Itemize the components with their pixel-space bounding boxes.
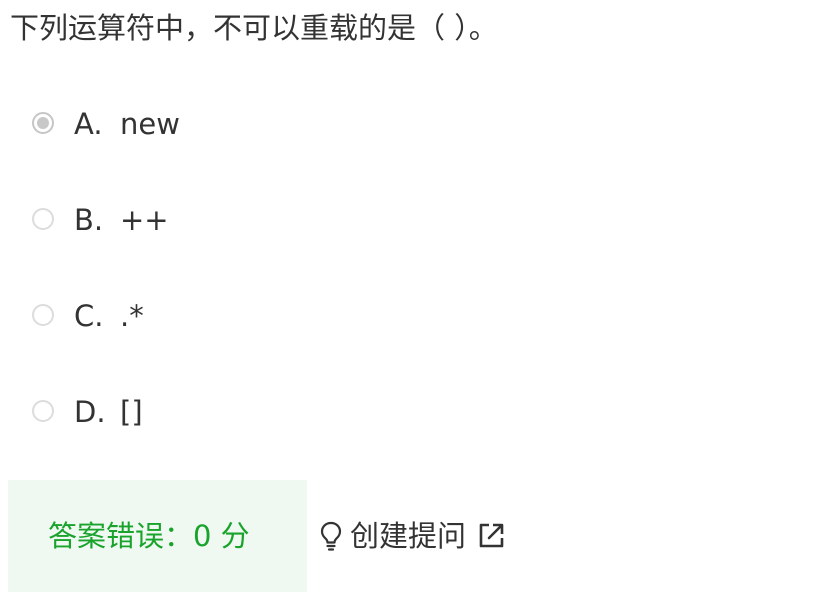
external-link-icon: [476, 521, 506, 551]
option-c[interactable]: C. .*: [32, 288, 180, 384]
option-text: new: [120, 107, 180, 141]
option-letter: D.: [74, 395, 106, 429]
radio-a[interactable]: [32, 112, 54, 134]
radio-c[interactable]: [32, 304, 54, 326]
result-text: 答案错误：0 分: [48, 519, 250, 553]
option-letter: A.: [74, 107, 103, 141]
result-box: 答案错误：0 分: [8, 480, 307, 592]
option-letter: C.: [74, 299, 104, 333]
option-text: []: [120, 395, 143, 429]
option-letter: B.: [74, 203, 104, 237]
create-question-link[interactable]: 创建提问: [318, 516, 506, 556]
option-a[interactable]: A. new: [32, 96, 180, 192]
option-b[interactable]: B. ++: [32, 192, 180, 288]
create-question-label: 创建提问: [350, 519, 467, 553]
question-text: 下列运算符中，不可以重载的是（ ）。: [10, 11, 498, 45]
lightbulb-icon: [318, 520, 344, 552]
option-text: ++: [120, 203, 169, 237]
options-list: A. new B. ++ C. .* D. []: [32, 96, 180, 480]
radio-b[interactable]: [32, 208, 54, 230]
option-d[interactable]: D. []: [32, 384, 180, 480]
option-text: .*: [120, 299, 144, 333]
radio-d[interactable]: [32, 400, 54, 422]
